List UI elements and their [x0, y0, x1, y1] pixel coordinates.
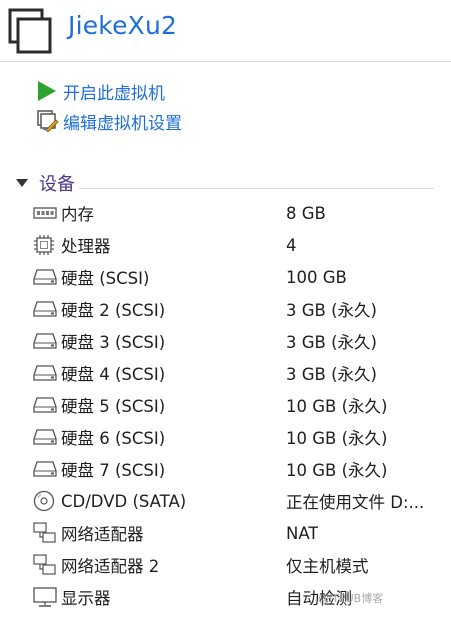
device-name: 硬盘 6 (SCSI) — [61, 429, 166, 448]
device-row-hard-disk-4[interactable]: 硬盘 4 (SCSI) 3 GB (永久) — [33, 357, 443, 389]
hard-disk-icon — [33, 362, 59, 384]
device-row-hard-disk-1[interactable]: 硬盘 (SCSI) 100 GB — [33, 261, 443, 293]
device-row-cd-dvd[interactable]: CD/DVD (SATA) 正在使用文件 D:... — [33, 485, 443, 517]
vm-title: JiekeXu2 — [68, 11, 178, 40]
device-value: 10 GB (永久) — [286, 429, 388, 448]
device-row-network-adapter-2[interactable]: 网络适配器 2 仅主机模式 — [33, 549, 443, 581]
network-adapter-icon — [33, 554, 59, 576]
device-name: 硬盘 3 (SCSI) — [61, 333, 166, 352]
edit-vm-settings-link[interactable]: 编辑虚拟机设置 — [37, 106, 337, 136]
power-on-vm-label: 开启此虚拟机 — [63, 83, 165, 104]
device-row-processor[interactable]: 处理器 4 — [33, 229, 443, 261]
device-name: 内存 — [61, 205, 94, 224]
device-value: 10 GB (永久) — [286, 397, 388, 416]
device-name: 硬盘 (SCSI) — [61, 269, 150, 288]
vm-actions: 开启此虚拟机 编辑虚拟机设置 — [37, 76, 337, 136]
hard-disk-icon — [33, 458, 59, 480]
device-row-memory[interactable]: 内存 8 GB — [33, 197, 443, 229]
device-value: NAT — [286, 523, 319, 543]
edit-settings-icon — [37, 110, 61, 132]
device-row-hard-disk-2[interactable]: 硬盘 2 (SCSI) 3 GB (永久) — [33, 293, 443, 325]
memory-icon — [33, 202, 59, 224]
device-value: 4 — [286, 235, 297, 255]
device-name: 硬盘 4 (SCSI) — [61, 365, 166, 384]
device-value: 3 GB (永久) — [286, 365, 377, 384]
device-row-hard-disk-6[interactable]: 硬盘 6 (SCSI) 10 GB (永久) — [33, 421, 443, 453]
collapse-caret-icon[interactable] — [16, 179, 28, 187]
network-adapter-icon — [33, 522, 59, 544]
device-value: 10 GB (永久) — [286, 461, 388, 480]
device-name: 硬盘 7 (SCSI) — [61, 461, 166, 480]
cd-dvd-icon — [33, 490, 59, 512]
hard-disk-icon — [33, 298, 59, 320]
device-value: 8 GB — [286, 203, 326, 223]
hard-disk-icon — [33, 426, 59, 448]
hard-disk-icon — [33, 394, 59, 416]
hard-disk-icon — [33, 266, 59, 288]
processor-icon — [33, 234, 59, 256]
device-row-hard-disk-5[interactable]: 硬盘 5 (SCSI) 10 GB (永久) — [33, 389, 443, 421]
device-name: 处理器 — [61, 237, 111, 256]
title-divider — [0, 61, 451, 62]
virtual-machine-icon — [8, 8, 52, 54]
device-name: 硬盘 5 (SCSI) — [61, 397, 166, 416]
play-icon — [37, 80, 61, 102]
device-value: 仅主机模式 — [286, 557, 369, 576]
devices-section-header[interactable]: 设备 — [14, 170, 434, 196]
monitor-icon — [33, 586, 59, 608]
device-name: 显示器 — [61, 589, 111, 608]
device-name: 硬盘 2 (SCSI) — [61, 301, 166, 320]
device-value: 3 GB (永久) — [286, 301, 377, 320]
device-value: 3 GB (永久) — [286, 333, 377, 352]
device-list: 内存 8 GB 处理器 4 硬盘 (SCSI) 100 GB 硬盘 2 (SCS… — [33, 197, 443, 613]
power-on-vm-link[interactable]: 开启此虚拟机 — [37, 76, 337, 106]
device-name: CD/DVD (SATA) — [61, 491, 187, 511]
device-name: 网络适配器 — [61, 525, 144, 544]
edit-vm-settings-label: 编辑虚拟机设置 — [63, 113, 182, 134]
vm-summary-page: JiekeXu2 开启此虚拟机 编辑虚拟机设置 设备 内存 8 GB 处理器 4… — [0, 0, 451, 619]
device-row-hard-disk-7[interactable]: 硬盘 7 (SCSI) 10 GB (永久) — [33, 453, 443, 485]
devices-section-label: 设备 — [39, 174, 75, 195]
hard-disk-icon — [33, 330, 59, 352]
device-value: 100 GB — [286, 267, 347, 287]
device-row-network-adapter-1[interactable]: 网络适配器 NAT — [33, 517, 443, 549]
watermark: @ITPUB博客 — [318, 592, 384, 605]
device-row-hard-disk-3[interactable]: 硬盘 3 (SCSI) 3 GB (永久) — [33, 325, 443, 357]
section-divider — [79, 187, 434, 189]
device-name: 网络适配器 2 — [61, 557, 160, 576]
device-value: 正在使用文件 D:... — [286, 493, 425, 512]
